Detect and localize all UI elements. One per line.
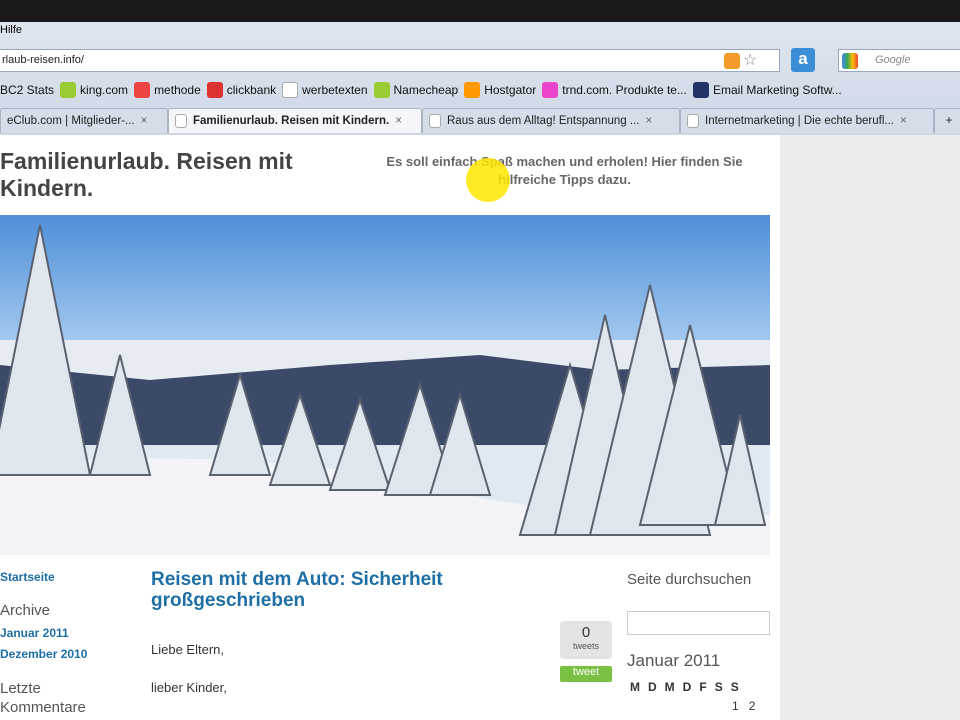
weekday: S xyxy=(730,680,739,694)
hostgator-icon xyxy=(464,82,481,98)
page-icon xyxy=(282,82,299,98)
header-image xyxy=(0,215,770,555)
bookmark-0[interactable]: BC2 Stats xyxy=(0,83,54,97)
page-margin xyxy=(780,135,960,720)
calendar-days: 1 2 xyxy=(732,699,755,713)
weekday: S xyxy=(714,680,723,694)
bookmark-label: Namecheap xyxy=(393,83,459,97)
tweet-counter: 0 tweets xyxy=(560,621,612,659)
close-icon[interactable]: × xyxy=(395,115,402,127)
tab-label: Familienurlaub. Reisen mit Kindern. xyxy=(193,115,390,127)
cursor-highlight xyxy=(466,158,510,202)
tab-0[interactable]: eClub.com | Mitglieder-... × xyxy=(0,108,168,133)
post-paragraph: Liebe Eltern, xyxy=(151,642,224,657)
menu-help[interactable]: Hilfe xyxy=(0,24,22,36)
nav-startseite[interactable]: Startseite xyxy=(0,570,55,584)
page-icon xyxy=(687,114,699,128)
tab-label: Raus aus dem Alltag! Entspannung ... xyxy=(447,115,640,127)
weekday: D xyxy=(682,680,692,694)
bookmark-6[interactable]: Hostgator xyxy=(464,82,536,98)
archive-heading: Archive xyxy=(0,602,51,619)
post-paragraph: lieber Kinder, xyxy=(151,680,227,695)
addon-a-icon[interactable]: a xyxy=(791,48,815,72)
bookmark-label: trnd.com. Produkte te... xyxy=(562,83,687,97)
bookmark-4[interactable]: werbetexten xyxy=(282,82,368,98)
tweet-button[interactable]: tweet xyxy=(560,666,612,682)
tab-bar: eClub.com | Mitglieder-... × Familienurla… xyxy=(0,108,960,133)
tab-3[interactable]: Internetmarketing | Die echte berufl... × xyxy=(680,108,934,133)
calendar-day[interactable]: 1 xyxy=(732,699,739,713)
tweet-count: 0 xyxy=(581,624,591,641)
archive-link-1[interactable]: Dezember 2010 xyxy=(0,647,87,661)
tab-label: eClub.com | Mitglieder-... xyxy=(7,115,135,127)
bookmark-label: Email Marketing Softw... xyxy=(712,83,842,97)
close-icon[interactable]: × xyxy=(141,115,148,127)
page-icon xyxy=(429,114,441,128)
bookmark-8[interactable]: Email Marketing Softw... xyxy=(692,82,842,98)
bookmark-label: methode xyxy=(154,83,201,97)
bookmark-3[interactable]: clickbank xyxy=(206,82,277,98)
bookmark-7[interactable]: trnd.com. Produkte te... xyxy=(542,82,687,98)
bookmark-label: BC2 Stats xyxy=(0,83,55,97)
google-icon[interactable] xyxy=(842,53,858,69)
rss-icon[interactable] xyxy=(724,53,740,69)
site-search-input[interactable] xyxy=(627,611,770,635)
site-tagline: Es soll einfach Spaß machen und erholen!… xyxy=(386,154,743,187)
plus-icon: + xyxy=(945,115,953,127)
bookmark-label: king.com xyxy=(80,83,129,97)
email-marketing-icon xyxy=(692,82,709,98)
bookmark-5[interactable]: Namecheap xyxy=(373,82,459,98)
site-title[interactable]: Familienurlaub. Reisen mit Kindern. xyxy=(0,148,360,202)
tab-1[interactable]: Familienurlaub. Reisen mit Kindern. × xyxy=(168,108,422,133)
comments-heading: Letzte Kommentare xyxy=(0,680,86,716)
close-icon[interactable]: × xyxy=(900,115,907,127)
bookmark-label: clickbank xyxy=(226,83,277,97)
weekday: D xyxy=(648,680,657,694)
bookmark-label: Hostgator xyxy=(484,83,537,97)
post-title[interactable]: Reisen mit dem Auto: Sicherheit großgesc… xyxy=(151,569,531,611)
clickbank-icon xyxy=(206,82,223,98)
url-text: rlaub-reisen.info/ xyxy=(2,54,84,66)
bookmark-star-icon[interactable]: ☆ xyxy=(743,50,757,70)
window-top xyxy=(0,0,960,22)
new-tab-button[interactable]: + xyxy=(934,108,960,133)
bookmark-1[interactable]: king.com xyxy=(60,82,128,98)
tab-label: Internetmarketing | Die echte berufl... xyxy=(705,115,894,127)
bookmarks-bar: BC2 Stats king.com methode clickbank wer… xyxy=(0,82,842,98)
page-icon xyxy=(175,114,187,128)
weekday: M xyxy=(664,680,675,694)
weekday: M xyxy=(630,680,640,694)
tweets-label: tweets xyxy=(572,641,599,651)
calendar-day[interactable]: 2 xyxy=(749,699,756,713)
close-icon[interactable]: × xyxy=(645,115,652,127)
namecheap-icon xyxy=(373,82,390,98)
calendar-heading: Januar 2011 xyxy=(627,651,721,670)
trnd-icon xyxy=(542,82,559,98)
address-bar[interactable]: rlaub-reisen.info/ xyxy=(0,49,780,72)
archive-link-0[interactable]: Januar 2011 xyxy=(0,626,69,640)
bookmark-label: werbetexten xyxy=(302,83,368,97)
king-icon xyxy=(60,82,77,98)
bookmark-2[interactable]: methode xyxy=(134,82,201,98)
tab-2[interactable]: Raus aus dem Alltag! Entspannung ... × xyxy=(422,108,680,133)
weekday: F xyxy=(699,680,707,694)
methode-icon xyxy=(134,82,151,98)
search-heading: Seite durchsuchen xyxy=(627,571,752,588)
calendar-weekdays: M D M D F S S xyxy=(630,680,739,694)
search-placeholder: Google xyxy=(875,54,911,66)
